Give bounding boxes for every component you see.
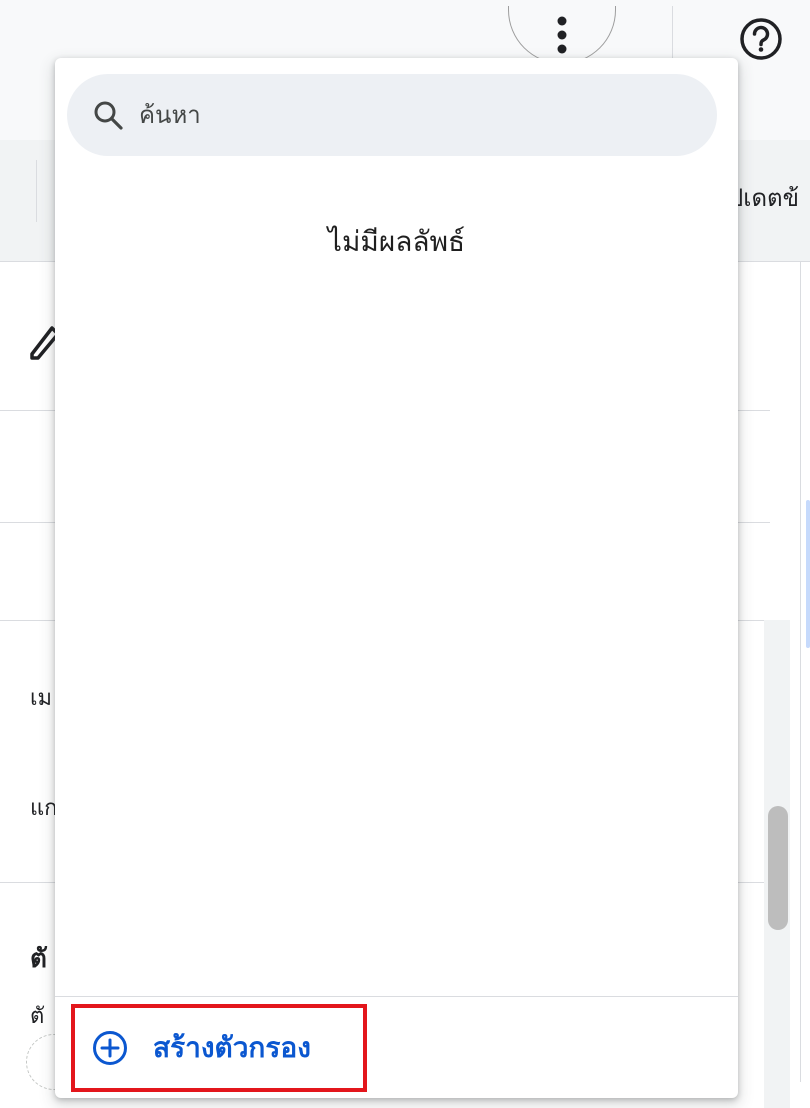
footer-divider [55, 996, 738, 997]
side-panel-accent [806, 500, 810, 648]
help-icon[interactable] [738, 16, 784, 62]
top-bar-divider [672, 6, 673, 62]
more-vert-icon [557, 16, 567, 53]
toolbar-divider [36, 160, 37, 222]
add-circle-icon [93, 1031, 127, 1065]
scrollbar-thumb[interactable] [768, 806, 788, 930]
search-box[interactable] [67, 74, 717, 156]
section-subtext: ตั [30, 1004, 45, 1029]
no-results-message: ไม่มีผลลัพธ์ [327, 225, 466, 258]
side-panel-edge [800, 262, 810, 1082]
search-icon [94, 101, 123, 130]
create-filter-label: สร้างตัวกรอง [153, 1031, 311, 1064]
create-filter-button[interactable]: สร้างตัวกรอง [71, 1004, 367, 1092]
filter-dropdown-panel: ไม่มีผลลัพธ์ สร้างตัวกรอง [55, 58, 738, 1098]
list-item-text: เม [30, 686, 53, 711]
search-input[interactable] [139, 101, 659, 129]
section-heading: ตั [30, 944, 47, 974]
toolbar-update-text: ปเดตข้ [728, 184, 800, 212]
list-item-text: แก [30, 796, 58, 821]
